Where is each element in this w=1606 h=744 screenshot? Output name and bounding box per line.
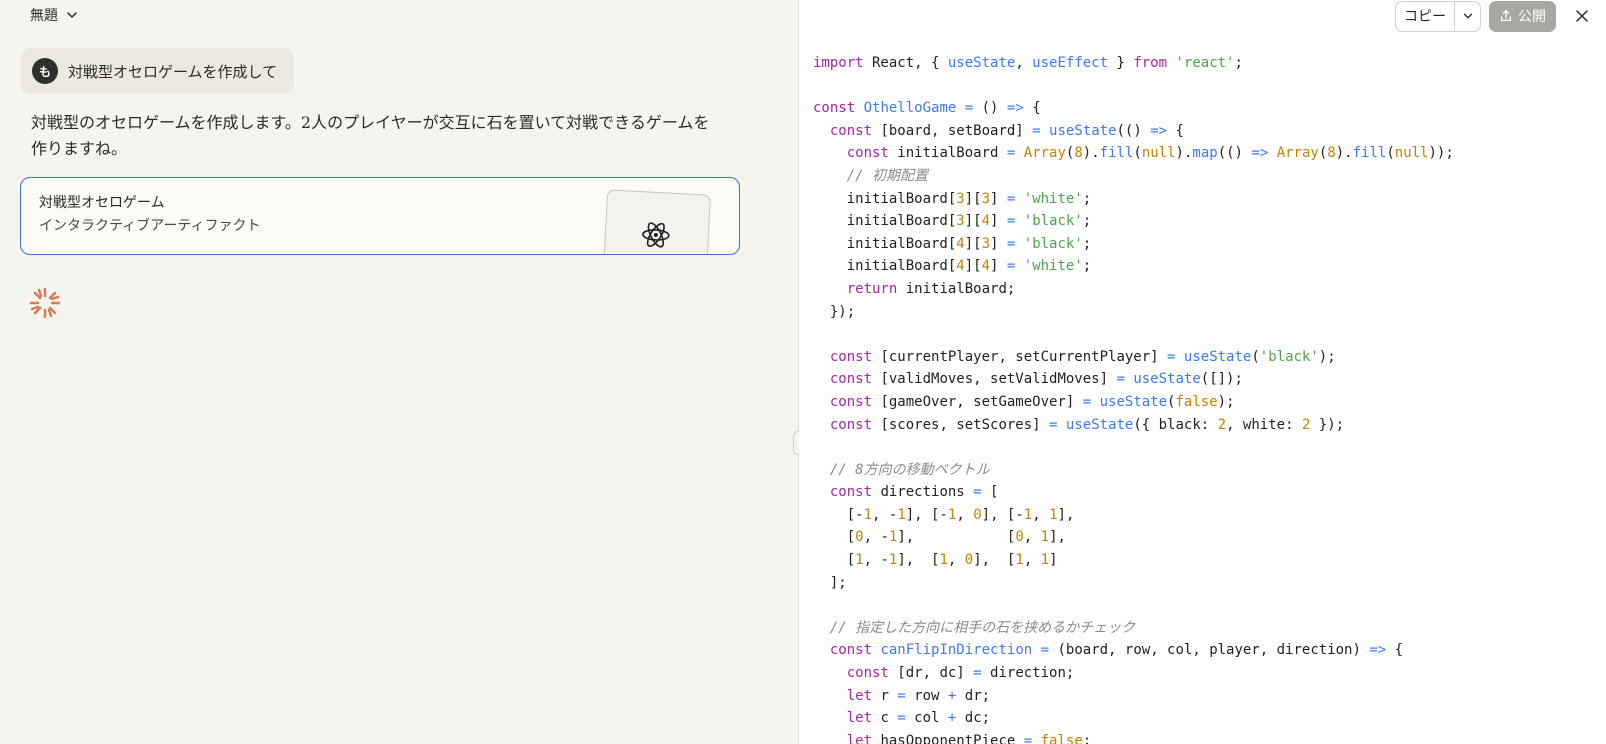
code-line: import React, { useState, useEffect } fr…	[813, 55, 1243, 71]
artifact-card[interactable]: 対戦型オセロゲーム インタラクティブアーティファクト	[20, 177, 740, 255]
code-line: const [validMoves, setValidMoves] = useS…	[829, 371, 1243, 388]
assistant-message-text: 対戦型のオセロゲームを作成します。2人のプレイヤーが交互に石を置いて対戦できるゲ…	[31, 113, 710, 158]
conversation-title-dropdown[interactable]: 無題	[20, 4, 90, 26]
copy-button[interactable]: コピー	[1396, 2, 1454, 31]
code-line: const [gameOver, setGameOver] = useState…	[829, 393, 1235, 410]
artifact-subtitle: インタラクティブアーティファクト	[39, 218, 261, 234]
code-block: import React, { useState, useEffect } fr…	[813, 52, 1454, 744]
code-line: initialBoard[3][3] = 'white';	[813, 190, 1092, 207]
code-line: return initialBoard;	[846, 280, 1016, 297]
code-line: const [currentPlayer, setCurrentPlayer] …	[829, 348, 1336, 365]
code-line: const [scores, setScores] = useState({ b…	[829, 416, 1345, 433]
publish-button[interactable]: 公開	[1489, 0, 1556, 32]
user-avatar: も	[32, 58, 58, 84]
code-line: const [dr, dc] = direction;	[846, 665, 1075, 682]
code-line: [0, -1], [0, 1],	[813, 529, 1066, 546]
code-line: });	[813, 303, 856, 320]
code-line: // 指定した方向に相手の石を挟めるかチェック	[829, 619, 1136, 636]
code-line: initialBoard[4][3] = 'black';	[813, 235, 1092, 252]
chevron-down-icon	[1463, 13, 1472, 19]
publish-label: 公開	[1518, 9, 1546, 25]
atom-icon	[642, 222, 670, 248]
chevron-down-icon	[67, 12, 77, 18]
loading-spinner-icon	[29, 287, 61, 319]
artifact-toolbar: コピー 公開	[1395, 0, 1606, 32]
code-line: let c = col + dc;	[846, 710, 991, 727]
copy-button-group: コピー	[1395, 0, 1481, 32]
close-icon	[1576, 10, 1588, 22]
code-line: const initialBoard = Array(8).fill(null)…	[846, 145, 1454, 162]
code-line: let hasOpponentPiece = false;	[846, 732, 1092, 744]
code-line: const canFlipInDirection = (board, row, …	[829, 642, 1404, 659]
conversation-title: 無題	[30, 8, 58, 24]
code-line: // 初期配置	[846, 167, 929, 184]
chat-pane: 無題 も 対戦型オセロゲームを作成して 対戦型のオセロゲームを作成します。2人の…	[0, 0, 798, 744]
code-line: const [board, setBoard] = useState(() =>…	[829, 122, 1184, 139]
code-line: let r = row + dr;	[846, 687, 991, 704]
close-artifact-button[interactable]	[1568, 2, 1596, 30]
user-message: も 対戦型オセロゲームを作成して	[21, 48, 294, 94]
code-line: const OthelloGame = () => {	[813, 100, 1041, 117]
code-line: [1, -1], [1, 0], [1, 1]	[813, 552, 1058, 569]
code-line: initialBoard[3][4] = 'black';	[813, 213, 1092, 230]
artifact-thumbnail	[602, 189, 712, 254]
code-line: initialBoard[4][4] = 'white';	[813, 258, 1092, 275]
artifact-code-pane: コピー 公開 import React, { useState, useEffe…	[799, 0, 1606, 744]
code-line: ];	[813, 574, 847, 591]
code-line: [-1, -1], [-1, 0], [-1, 1],	[813, 506, 1075, 523]
copy-options-button[interactable]	[1454, 1, 1480, 31]
artifact-title: 対戦型オセロゲーム	[39, 195, 165, 211]
share-icon	[1500, 10, 1512, 22]
code-line: // 8方向の移動ベクトル	[829, 461, 990, 478]
user-message-text: 対戦型オセロゲームを作成して	[68, 62, 278, 81]
code-line: const directions = [	[829, 484, 999, 501]
